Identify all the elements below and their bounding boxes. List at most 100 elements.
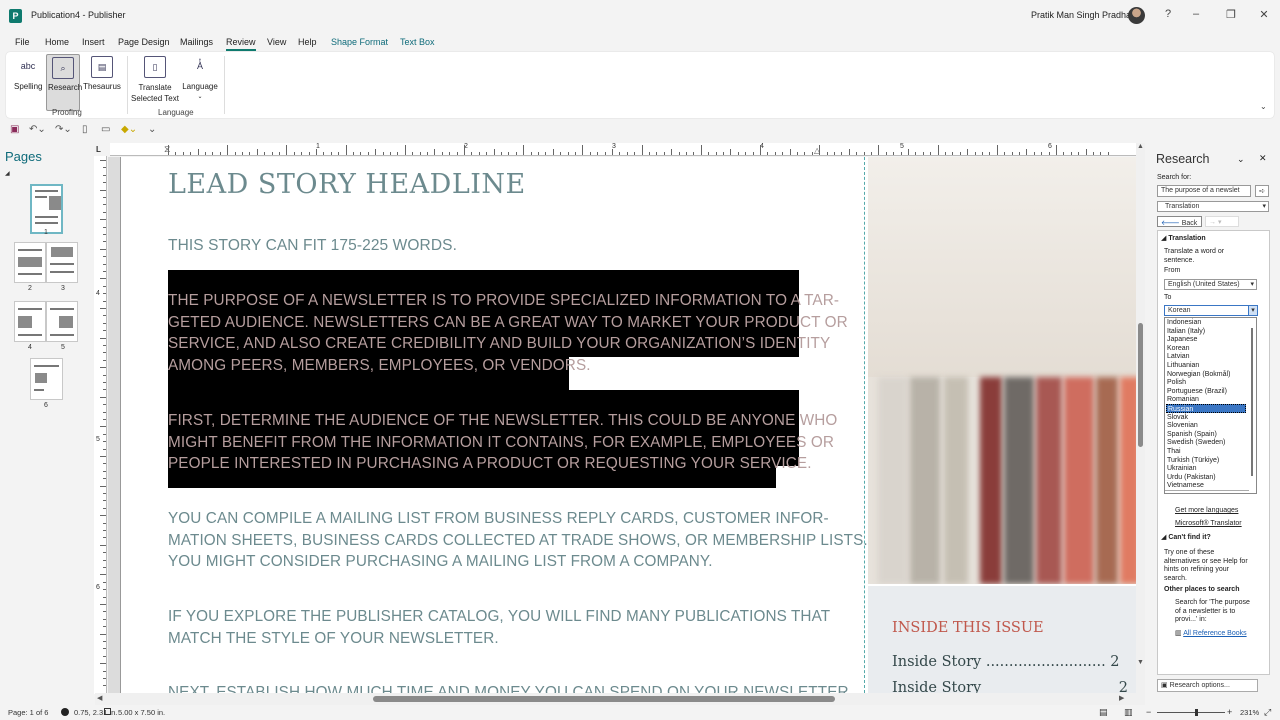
user-name[interactable]: Pratik Man Singh Pradhan — [1031, 10, 1136, 20]
vertical-ruler[interactable]: 4 5 6 — [94, 156, 107, 694]
menu-review[interactable]: Review — [226, 37, 256, 51]
highlight-color-icon[interactable]: ◆⌄ — [121, 124, 137, 135]
scroll-down-icon[interactable]: ▼ — [1137, 659, 1144, 666]
save-icon[interactable]: ▣ — [10, 124, 19, 135]
research-options-button[interactable]: ▣ Research options... — [1157, 679, 1258, 692]
bookshelf-photo[interactable] — [868, 157, 1136, 584]
menu-insert[interactable]: Insert — [82, 37, 105, 47]
horizontal-scrollbar[interactable]: ◀ ▶ — [95, 693, 1136, 705]
paragraph-purpose[interactable]: THE PURPOSE OF A NEWSLETTER IS TO PROVID… — [168, 290, 848, 376]
back-button[interactable]: 🡐 Back — [1157, 216, 1202, 227]
to-language-value: Korean — [1168, 307, 1191, 314]
get-more-languages-link[interactable]: Get more languages — [1175, 507, 1238, 514]
page-thumbnail-3[interactable] — [46, 242, 78, 283]
language-dropdown-list[interactable]: Indonesian Italian (Italy) Japanese Korean L… — [1164, 317, 1257, 494]
ruler-tick — [811, 152, 813, 155]
dropdown-scroll-thumb[interactable] — [1251, 328, 1253, 476]
help-icon[interactable]: ? — [1158, 8, 1178, 20]
from-language-select[interactable]: English (United States) ▾ — [1164, 279, 1257, 290]
language-button[interactable]: Aͭ Language ⌄ — [182, 56, 218, 100]
research-service-select[interactable]: Translation ▾ — [1157, 201, 1269, 212]
to-language-select[interactable]: Korean ▾ — [1164, 305, 1258, 316]
translation-section-header[interactable]: ◢ Translation — [1161, 234, 1206, 242]
research-button[interactable]: ⌕ Research — [46, 54, 82, 111]
lead-headline[interactable]: LEAD STORY HEADLINE — [168, 169, 526, 200]
close-button[interactable]: ✕ — [1254, 8, 1274, 21]
restore-button[interactable]: ❐ — [1221, 8, 1241, 21]
two-page-view-icon[interactable]: ▥ — [1124, 707, 1133, 718]
ruler-tick — [848, 149, 850, 155]
menu-view[interactable]: View — [267, 37, 286, 47]
search-input[interactable]: The purpose of a newslet — [1157, 185, 1251, 197]
zoom-slider[interactable] — [1157, 712, 1225, 713]
ruler-tick — [234, 152, 236, 155]
ruler-tick — [464, 145, 465, 155]
customize-qat-icon[interactable]: ⌄ — [148, 124, 156, 135]
single-page-view-icon[interactable]: ▤ — [1099, 707, 1108, 718]
paragraph-catalog[interactable]: IF YOU EXPLORE THE PUBLISHER CATALOG, YO… — [168, 606, 830, 649]
page-thumbnail-2[interactable] — [14, 242, 46, 283]
story-subhead[interactable]: THIS STORY CAN FIT 175-225 WORDS. — [168, 235, 457, 257]
text-line: MIGHT BENEFIT FROM THE INFORMATION IT CO… — [168, 433, 834, 451]
menu-file[interactable]: File — [15, 37, 30, 47]
zoom-slider-thumb[interactable] — [1195, 709, 1198, 716]
close-pane-icon[interactable]: ✕ — [1259, 153, 1267, 164]
text-line: THE PURPOSE OF A NEWSLETTER IS TO PROVID… — [168, 292, 840, 309]
zoom-in-icon[interactable]: + — [1227, 707, 1232, 717]
collapse-ribbon-icon[interactable]: ⌄ — [1260, 102, 1267, 111]
tab-stop-selector[interactable]: L — [96, 145, 101, 154]
thesaurus-button[interactable]: ▤ Thesaurus — [83, 56, 121, 91]
menu-shape-format[interactable]: Shape Format — [331, 37, 388, 47]
zoom-out-icon[interactable]: − — [1146, 707, 1151, 717]
translate-selected-text-button[interactable]: ▯ Translate Selected Text — [131, 56, 179, 104]
zoom-level[interactable]: 231% — [1240, 708, 1259, 717]
microsoft-translator-link[interactable]: Microsoft® Translator — [1175, 520, 1242, 527]
scroll-up-icon[interactable]: ▲ — [1137, 143, 1144, 150]
page-thumbnail-1[interactable] — [30, 184, 63, 234]
scroll-left-icon[interactable]: ◀ — [97, 694, 102, 702]
menu-mailings[interactable]: Mailings — [180, 37, 213, 47]
paragraph-mailing-list[interactable]: YOU CAN COMPILE A MAILING LIST FROM BUSI… — [168, 508, 868, 573]
page-thumbnail-5[interactable] — [46, 301, 78, 342]
menu-help[interactable]: Help — [298, 37, 317, 47]
new-file-icon[interactable]: ▯ — [82, 124, 88, 135]
menu-text-box[interactable]: Text Box — [400, 37, 435, 47]
ruler-tick — [249, 152, 251, 155]
page-thumbnail-6[interactable] — [30, 358, 63, 400]
spelling-button[interactable]: abc Spelling — [14, 56, 42, 91]
ruler-tick — [103, 581, 106, 583]
vertical-scroll-thumb[interactable] — [1138, 323, 1143, 447]
paragraph-audience[interactable]: FIRST, DETERMINE THE AUDIENCE OF THE NEW… — [168, 410, 837, 475]
open-folder-icon[interactable]: ▭ — [101, 124, 110, 135]
publication-page[interactable]: LEAD STORY HEADLINE THIS STORY CAN FIT 1… — [120, 157, 1136, 693]
horizontal-scroll-thumb[interactable] — [373, 696, 835, 702]
cant-find-section-header[interactable]: ◢ Can't find it? — [1161, 533, 1211, 541]
all-reference-books-link[interactable]: ▥ All Reference Books — [1175, 629, 1247, 637]
ruler-tick — [634, 152, 636, 155]
pane-options-chevron-icon[interactable]: ⌄ — [1237, 154, 1245, 165]
minimize-button[interactable]: – — [1186, 8, 1206, 20]
page-indicator[interactable]: Page: 1 of 6 — [8, 708, 48, 717]
undo-icon[interactable]: ↶⌄ — [29, 124, 46, 135]
page-thumbnail-4[interactable] — [14, 301, 46, 342]
fit-page-icon[interactable]: ⤢ — [1264, 707, 1271, 718]
vertical-scrollbar[interactable]: ▲ ▼ — [1136, 143, 1145, 706]
collapse-triangle-icon[interactable]: ◢ — [5, 170, 10, 177]
translate-label-1: Translate — [138, 83, 172, 92]
menu-home[interactable]: Home — [45, 37, 69, 47]
search-go-icon[interactable]: ➪ — [1255, 185, 1269, 197]
text-line: MATCH THE STYLE OF YOUR NEWSLETTER. — [168, 629, 499, 647]
document-canvas[interactable]: LEAD STORY HEADLINE THIS STORY CAN FIT 1… — [108, 157, 1136, 693]
scroll-right-icon[interactable]: ▶ — [1119, 694, 1124, 702]
horizontal-ruler[interactable]: 1 2 3 4 5 6 ⧖ △ — [110, 143, 1136, 156]
inside-this-issue-box[interactable]: INSIDE THIS ISSUE Inside Story .........… — [868, 586, 1136, 693]
forward-button[interactable]: → ▾ — [1205, 216, 1239, 227]
avatar[interactable] — [1128, 7, 1145, 24]
ruler-tick — [330, 152, 332, 155]
ruler-tick — [737, 152, 739, 155]
menu-page-design[interactable]: Page Design — [118, 37, 170, 47]
paragraph-budget[interactable]: NEXT, ESTABLISH HOW MUCH TIME AND MONEY … — [168, 682, 853, 693]
redo-icon[interactable]: ↷⌄ — [55, 124, 72, 135]
ruler-tick — [575, 152, 576, 155]
pages-pane-title: Pages — [5, 149, 42, 164]
